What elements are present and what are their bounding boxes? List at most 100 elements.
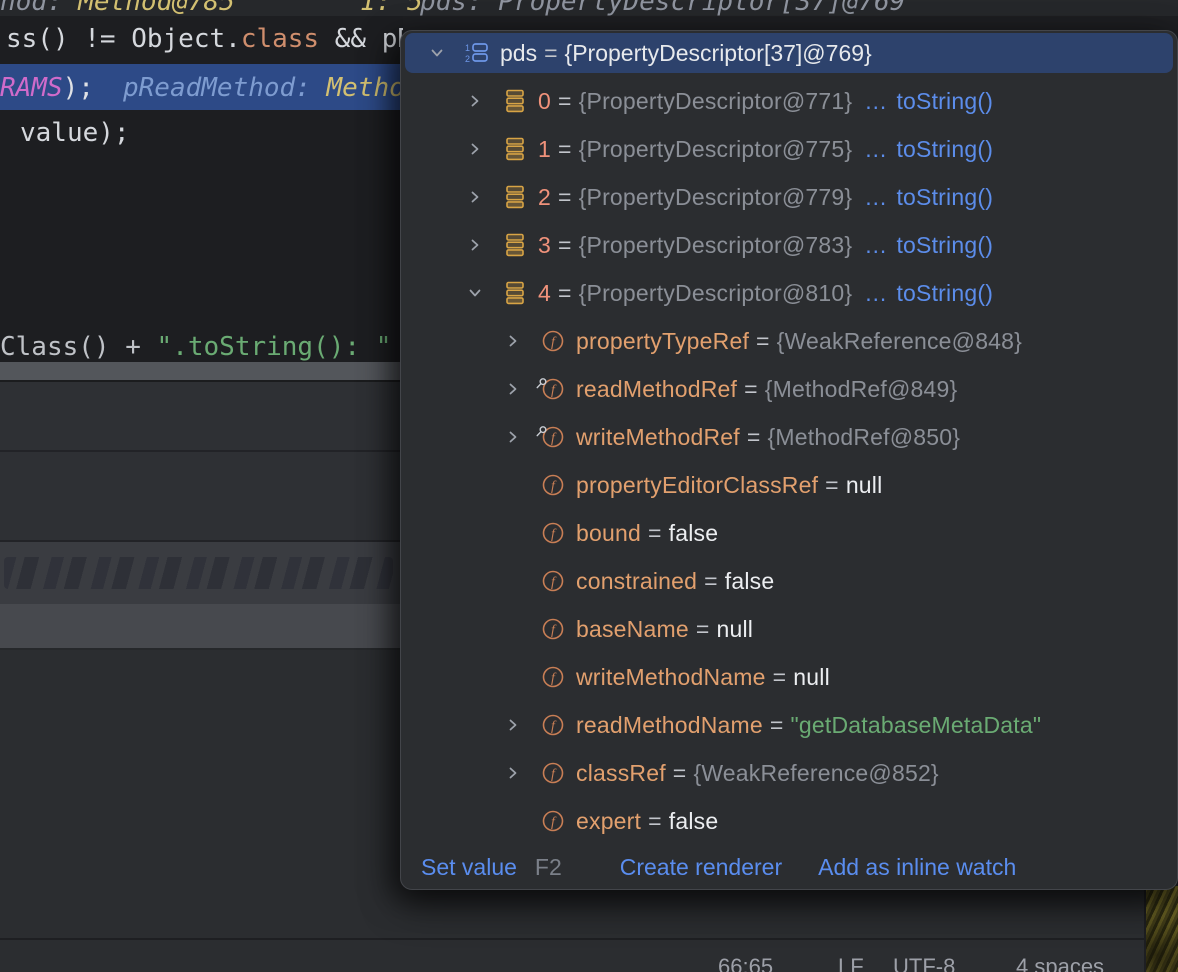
variable-value: {PropertyDescriptor@775} <box>579 136 853 163</box>
tostring-link[interactable]: toString() <box>896 88 993 115</box>
tree-row[interactable]: fwriteMethodName=null <box>401 653 1177 701</box>
equals-sign: = <box>749 328 777 355</box>
svg-text:f: f <box>551 575 557 590</box>
variable-name: writeMethodRef <box>576 424 740 451</box>
field-icon: f <box>538 326 568 356</box>
hint-extra: 1: 5 <box>235 0 423 16</box>
panel-divider[interactable] <box>0 362 403 382</box>
collapsed-ellipsis: … <box>864 280 887 307</box>
add-inline-watch-link[interactable]: Add as inline watch <box>818 854 1016 881</box>
hint-value: Metho <box>327 73 404 103</box>
chevron-placeholder <box>502 810 524 832</box>
chevron-collapsed-icon[interactable] <box>502 330 524 352</box>
tree-row[interactable]: fconstrained=false <box>401 557 1177 605</box>
tree-row[interactable]: freadMethodName="getDatabaseMetaData" <box>401 701 1177 749</box>
tree-row[interactable]: 4={PropertyDescriptor@810}…toString() <box>401 269 1177 317</box>
code-text: RAMS); <box>0 73 94 103</box>
svg-text:f: f <box>551 719 557 734</box>
tree-row[interactable]: 1={PropertyDescriptor@775}…toString() <box>401 125 1177 173</box>
tree-row[interactable]: fpropertyTypeRef={WeakReference@848} <box>401 317 1177 365</box>
indent-widget[interactable]: 4 spaces <box>1016 954 1104 972</box>
tostring-link[interactable]: toString() <box>896 280 993 307</box>
variable-value: null <box>846 472 883 499</box>
variable-value: {WeakReference@852} <box>693 760 938 787</box>
tostring-link[interactable]: toString() <box>896 232 993 259</box>
debug-panel-row <box>0 382 403 452</box>
variable-name: 1 <box>538 136 551 163</box>
create-renderer-link[interactable]: Create renderer <box>620 854 782 881</box>
equals-sign: = <box>763 712 791 739</box>
variable-name: readMethodName <box>576 712 763 739</box>
svg-text:f: f <box>551 767 557 782</box>
code-line: Class() + ".toString(): " <box>0 332 391 362</box>
tree-row[interactable]: 0={PropertyDescriptor@771}…toString() <box>401 77 1177 125</box>
chevron-collapsed-icon[interactable] <box>502 426 524 448</box>
inline-debugger-hint: hod: Method@785 1: 5 <box>0 0 423 16</box>
variable-value: false <box>669 520 719 547</box>
code-text: ); <box>63 73 94 103</box>
chevron-collapsed-icon[interactable] <box>464 186 486 208</box>
encoding-widget[interactable]: UTF-8 <box>893 954 955 972</box>
cursor-position-widget[interactable]: 66:65 <box>718 954 773 972</box>
tree-row[interactable]: fbaseName=null <box>401 605 1177 653</box>
tree-row[interactable]: f classRef={WeakReference@852} <box>401 749 1177 797</box>
array-element-icon <box>500 86 530 116</box>
svg-text:f: f <box>551 815 557 830</box>
variable-value: {PropertyDescriptor@771} <box>579 88 853 115</box>
chevron-collapsed-icon[interactable] <box>502 378 524 400</box>
tree-row[interactable]: freadMethodRef={MethodRef@849} <box>401 365 1177 413</box>
code-line: ss() != Object.class && pR <box>6 24 403 54</box>
pin-badge-icon <box>535 417 548 444</box>
editor-hint-strip: hod: Method@785 1: 5 pds: PropertyDescri… <box>0 0 1178 16</box>
field-icon: f <box>538 806 568 836</box>
execution-point-line: RAMS); pReadMethod: Metho <box>0 64 403 110</box>
tostring-link[interactable]: toString() <box>896 136 993 163</box>
variable-name: readMethodRef <box>576 376 737 403</box>
svg-text:f: f <box>551 335 557 350</box>
tree-row[interactable]: fbound=false <box>401 509 1177 557</box>
svg-text:f: f <box>551 527 557 542</box>
tree-row[interactable]: fexpert=false <box>401 797 1177 845</box>
variable-name: 3 <box>538 232 551 259</box>
equals-sign: = <box>666 760 694 787</box>
field-icon: f <box>538 374 568 404</box>
line-separator-widget[interactable]: LF <box>838 954 864 972</box>
set-value-link[interactable]: Set value <box>421 854 517 881</box>
variable-name: 4 <box>538 280 551 307</box>
inline-debugger-hint-pds: pds: PropertyDescriptor[37]@769 <box>420 0 905 16</box>
chevron-collapsed-icon[interactable] <box>502 714 524 736</box>
svg-text:f: f <box>551 431 557 446</box>
hint-label: hod: <box>0 0 78 16</box>
equals-sign: = <box>689 616 717 643</box>
variable-name: 0 <box>538 88 551 115</box>
variable-name: baseName <box>576 616 689 643</box>
tostring-link[interactable]: toString() <box>896 184 993 211</box>
string-literal: ".toString(): " <box>157 332 392 362</box>
field-icon: f <box>538 422 568 452</box>
collapsed-ellipsis: … <box>864 136 887 163</box>
tree-row[interactable]: 3={PropertyDescriptor@783}…toString() <box>401 221 1177 269</box>
hint-value: Method@785 <box>78 0 235 16</box>
variable-value: null <box>793 664 830 691</box>
tree-row[interactable]: fwriteMethodRef={MethodRef@850} <box>401 413 1177 461</box>
chevron-expanded-icon[interactable] <box>464 282 486 304</box>
variable-value: {PropertyDescriptor@779} <box>579 184 853 211</box>
chevron-collapsed-icon[interactable] <box>464 234 486 256</box>
chevron-collapsed-icon[interactable] <box>464 90 486 112</box>
collapsed-ellipsis: … <box>864 232 887 259</box>
chevron-collapsed-icon[interactable] <box>464 138 486 160</box>
tree-row-root-selected[interactable]: 1 2 pds = {PropertyDescriptor[37]@769} <box>405 33 1173 73</box>
chevron-expanded-icon[interactable] <box>426 42 448 64</box>
tree-row[interactable]: 2={PropertyDescriptor@779}…toString() <box>401 173 1177 221</box>
variable-name: expert <box>576 808 641 835</box>
chevron-collapsed-icon[interactable] <box>502 762 524 784</box>
variable-name: propertyTypeRef <box>576 328 749 355</box>
tree-row[interactable]: fpropertyEditorClassRef=null <box>401 461 1177 509</box>
variable-name: classRef <box>576 760 666 787</box>
variable-name: writeMethodName <box>576 664 766 691</box>
equals-sign: = <box>697 568 725 595</box>
chevron-placeholder <box>502 474 524 496</box>
array-icon: 1 2 <box>462 38 492 68</box>
array-element-icon <box>500 278 530 308</box>
ide-debugger-screen: hod: Method@785 1: 5 pds: PropertyDescri… <box>0 0 1178 972</box>
